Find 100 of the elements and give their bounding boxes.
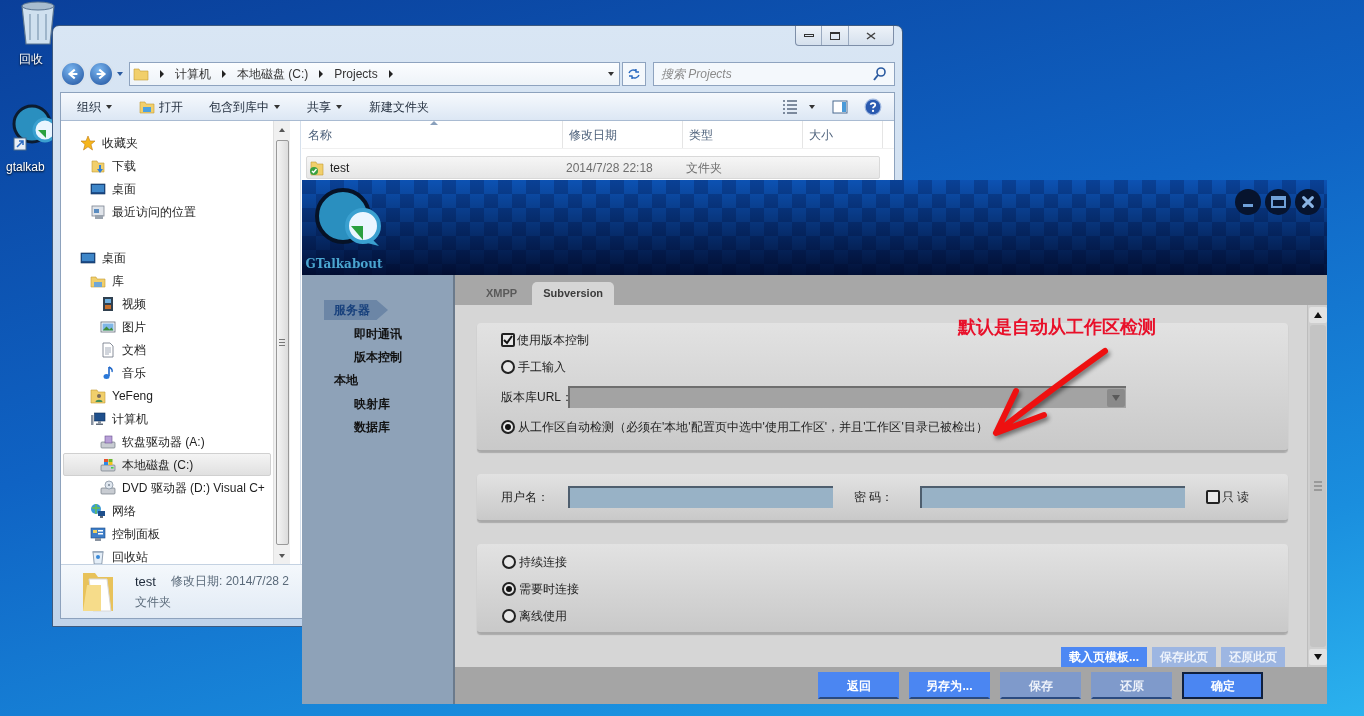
recent-places-icon [90,203,106,220]
caret-icon [607,70,615,78]
forward-button[interactable] [88,61,114,87]
download-folder-icon [90,157,106,174]
radio-option[interactable]: 离线使用 [502,607,567,625]
nav-item[interactable]: 下载 [63,154,271,177]
computer-icon [90,410,106,427]
film-icon [100,295,116,312]
maximize-button[interactable] [1265,189,1291,215]
close-icon [865,30,877,41]
dropdown-arrow-icon [1112,395,1120,401]
radio-option[interactable]: 从工作区自动检测（必须在'本地'配置页中选中'使用工作区'，并且'工作区'目录已被检出） [501,418,988,436]
control-panel-icon [90,525,106,542]
chevron-icon [159,70,165,78]
close-button[interactable] [1295,189,1321,215]
password-field[interactable] [920,486,1185,508]
footer-button[interactable]: 确定 [1182,672,1263,699]
list-view-icon [782,98,798,115]
minimize-button[interactable] [1235,189,1261,215]
toolbar-button[interactable]: 组织 [77,95,113,118]
nav-item[interactable]: 图片 [63,315,271,338]
preview-pane-button[interactable] [832,98,848,115]
address-bar[interactable]: 计算机 本地磁盘 (C:) Projects [129,62,620,86]
toolbar-button[interactable]: 包含到库中 [209,95,281,118]
breadcrumb-item[interactable]: 本地磁盘 (C:) [237,65,309,83]
star-icon [80,134,96,151]
column-header[interactable]: 修改日期 [563,121,683,148]
toolbar-button[interactable]: 打开 [139,95,183,118]
nav-item[interactable]: YeFeng [63,384,271,407]
desktop-icon-label[interactable]: gtalkab [6,158,45,176]
scrollbar[interactable] [273,121,290,564]
nav-item[interactable]: 文档 [63,338,271,361]
refresh-button[interactable] [622,62,646,86]
file-row[interactable]: test 2014/7/28 22:18 文件夹 [306,156,880,179]
sidebar-item[interactable]: 版本控制 [353,347,403,366]
floppy-drive-icon [100,433,116,450]
caret-icon [273,102,281,111]
caret-icon [335,102,343,111]
toolbar-button[interactable]: 新建文件夹 [369,95,429,118]
nav-item[interactable]: 本地磁盘 (C:) [63,453,271,476]
footer-button[interactable]: 返回 [818,672,899,699]
sidebar-item[interactable]: 数据库 [353,417,391,436]
dvd-drive-icon [100,479,116,496]
open-folder-icon [139,98,155,115]
username-field[interactable] [568,486,833,508]
picture-icon [100,318,116,335]
field-label: 版本库URL： [501,389,568,406]
nav-item[interactable]: 音乐 [63,361,271,384]
chevron-icon [318,70,325,78]
close-icon [1301,195,1315,209]
checkbox-option[interactable]: 使用版本控制 [501,331,589,349]
nav-item[interactable]: 网络 [63,499,271,522]
nav-item[interactable]: 计算机 [63,407,271,430]
chevron-icon [387,70,394,78]
recycle-bin-icon [90,548,106,564]
nav-item[interactable]: 控制面板 [63,522,271,545]
back-button[interactable] [60,61,86,87]
hard-drive-icon [100,456,116,473]
sidebar-item[interactable]: 映射库 [353,394,391,413]
nav-item[interactable]: 最近访问的位置 [63,200,271,223]
scrollbar[interactable] [1307,305,1327,667]
modified-date: 2014/7/28 22:18 [566,159,654,177]
app-title: GTalkabout [305,256,383,273]
annotation-text: 默认是自动从工作区检测 [958,315,1156,339]
sidebar-item[interactable]: 即时通讯 [353,324,403,343]
view-options-button[interactable] [782,98,816,115]
toolbar-button[interactable]: 共享 [307,95,343,118]
checkbox-option[interactable]: 只 读 [1206,488,1250,506]
help-button[interactable] [864,97,882,116]
breadcrumb-item[interactable]: Projects [334,65,378,83]
file-type: 文件夹 [686,159,722,177]
search-field[interactable]: 搜索 Projects [653,62,895,86]
column-header[interactable]: 大小 [803,121,883,148]
breadcrumb-item[interactable]: 计算机 [175,65,211,83]
refresh-icon [626,66,642,82]
nav-item[interactable]: DVD 驱动器 (D:) Visual C+ [63,476,271,499]
folder-icon [133,66,149,82]
sidebar-item[interactable]: 本地 [324,370,388,390]
field-label: 密 码： [854,489,895,506]
nav-item[interactable]: 视频 [63,292,271,315]
chevron-icon [221,70,227,78]
radio-option[interactable]: 手工输入 [501,358,566,376]
caret-icon [116,70,124,78]
column-header[interactable]: 类型 [683,121,803,148]
radio-option[interactable]: 需要时连接 [502,580,579,598]
help-icon [864,97,882,116]
radio-option[interactable]: 持续连接 [502,553,567,571]
footer-button[interactable]: 另存为... [909,672,990,699]
desktop-icon-label[interactable]: 回收 [19,50,43,68]
caret-icon [105,102,113,111]
nav-item[interactable]: 桌面 [63,246,271,269]
check-icon [503,335,513,345]
tab[interactable]: Subversion [532,282,615,305]
nav-item[interactable]: 软盘驱动器 (A:) [63,430,271,453]
nav-item[interactable]: 收藏夹 [63,131,271,154]
nav-item[interactable]: 回收站 [63,545,271,564]
preview-pane-icon [832,98,848,115]
network-icon [90,502,106,519]
nav-item[interactable]: 桌面 [63,177,271,200]
nav-item[interactable]: 库 [63,269,271,292]
